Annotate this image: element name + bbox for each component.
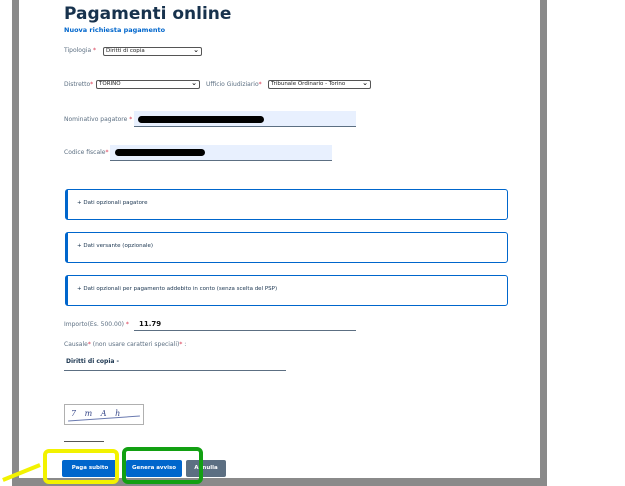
redaction-bar <box>115 149 205 156</box>
accordion-label: + Dati opzionali pagatore <box>77 200 148 206</box>
page-title: Pagamenti online <box>64 4 232 24</box>
accordion-label: + Dati versante (opzionale) <box>77 243 154 249</box>
page-subtitle: Nuova richiesta pagamento <box>64 26 166 34</box>
left-frame-bar <box>12 0 19 486</box>
nominativo-label: Nominativo pagatore * <box>64 116 133 123</box>
ufficio-value: Tribunale Ordinario - Torino <box>271 81 346 87</box>
chevron-down-icon: ⌄ <box>191 79 197 87</box>
chevron-down-icon: ⌄ <box>193 46 199 54</box>
codice-fiscale-label: Codice fiscale* <box>64 149 109 156</box>
causale-input[interactable]: Diritti di copia - <box>66 358 119 365</box>
yellow-highlight-box <box>43 449 119 484</box>
causale-underline <box>64 370 286 371</box>
captcha-image: 7 m A h <box>64 404 144 425</box>
ufficio-select[interactable]: Tribunale Ordinario - Torino ⌄ <box>268 80 371 89</box>
ufficio-label: Ufficio Giudiziario* <box>206 81 262 88</box>
importo-input[interactable]: 11.79 <box>139 320 161 328</box>
importo-label: Importo(Es. 500.00) * <box>64 321 129 328</box>
distretto-value: TORINO <box>99 81 121 87</box>
right-frame-bar <box>540 0 547 486</box>
tipologia-label: Tipologia * <box>64 47 97 54</box>
chevron-down-icon: ⌄ <box>362 79 368 87</box>
accordion-dati-pagatore[interactable]: + Dati opzionali pagatore <box>65 189 508 220</box>
distretto-label: Distretto* <box>64 81 94 88</box>
accordion-dati-versante[interactable]: + Dati versante (opzionale) <box>65 232 508 263</box>
distretto-select[interactable]: TORINO ⌄ <box>96 80 200 89</box>
tipologia-select[interactable]: Diritti di copia ⌄ <box>103 47 202 56</box>
nominativo-input[interactable] <box>134 111 356 127</box>
causale-label: Causale* (non usare caratteri speciali)*… <box>64 341 187 348</box>
green-highlight-box <box>122 447 203 484</box>
captcha-input[interactable] <box>64 441 104 442</box>
importo-underline <box>134 330 356 331</box>
accordion-addebito-conto[interactable]: + Dati opzionali per pagamento addebito … <box>65 275 508 306</box>
accordion-label: + Dati opzionali per pagamento addebito … <box>77 286 278 292</box>
redaction-bar <box>138 116 264 123</box>
tipologia-value: Diritti di copia <box>106 48 145 54</box>
codice-fiscale-input[interactable] <box>110 145 332 161</box>
page: Pagamenti online Nuova richiesta pagamen… <box>0 0 625 486</box>
